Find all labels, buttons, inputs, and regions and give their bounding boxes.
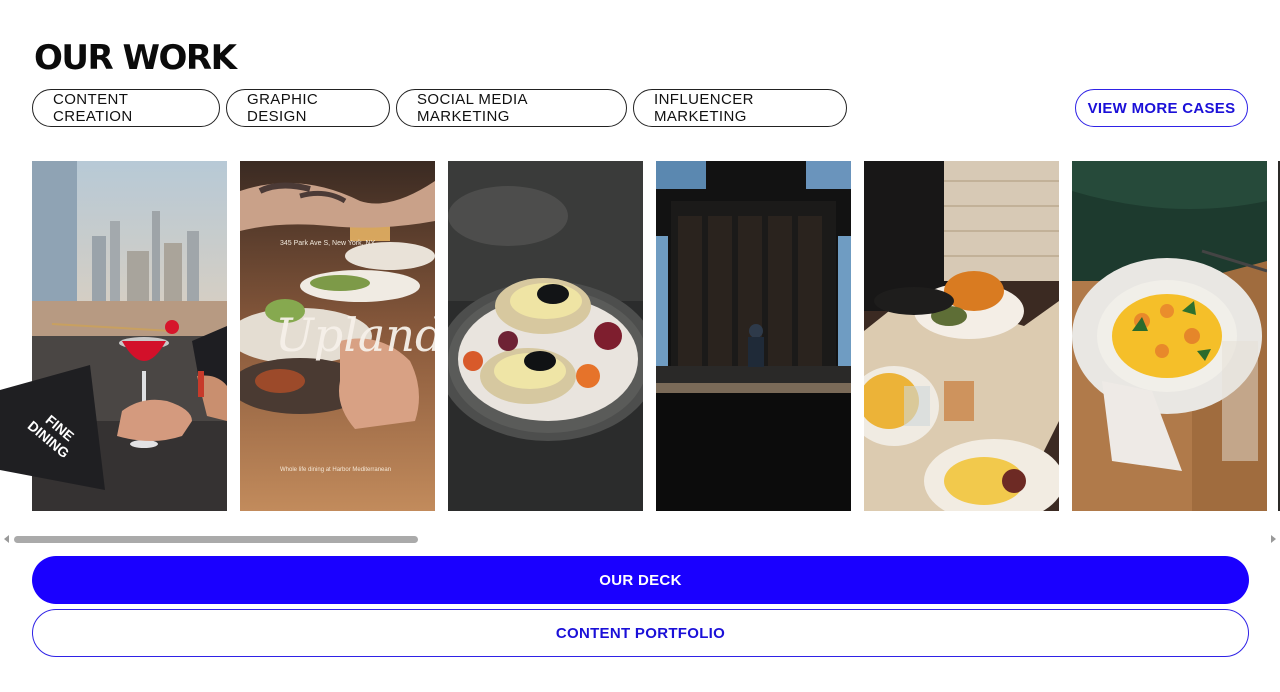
gallery-card-oysters[interactable] bbox=[448, 161, 643, 511]
our-deck-button[interactable]: OUR DECK bbox=[32, 556, 1249, 604]
view-more-cases-button[interactable]: VIEW MORE CASES bbox=[1075, 89, 1248, 127]
tag-content-creation[interactable]: CONTENT CREATION bbox=[32, 89, 220, 127]
upland-tagline: Whole life dining at Harbor Mediterranea… bbox=[280, 467, 391, 473]
fine-dining-badge: FINE DINING bbox=[0, 365, 105, 490]
pasta-photo bbox=[1072, 161, 1267, 511]
work-gallery: 345 Park Ave S, New York, NY Upland Whol… bbox=[0, 161, 1280, 511]
content-portfolio-button[interactable]: CONTENT PORTFOLIO bbox=[32, 609, 1249, 657]
scroll-left-arrow-icon[interactable] bbox=[4, 535, 9, 543]
gallery-card-bar[interactable] bbox=[656, 161, 851, 511]
gallery-card-pasta[interactable] bbox=[1072, 161, 1267, 511]
gallery-card-fries[interactable] bbox=[864, 161, 1059, 511]
scroll-right-arrow-icon[interactable] bbox=[1271, 535, 1276, 543]
tag-influencer-marketing[interactable]: INFLUENCER MARKETING bbox=[633, 89, 847, 127]
oysters-photo bbox=[448, 161, 643, 511]
page-title: OUR WORK bbox=[34, 38, 237, 78]
tag-social-media-marketing[interactable]: SOCIAL MEDIA MARKETING bbox=[396, 89, 627, 127]
bar-photo bbox=[656, 161, 851, 511]
tag-graphic-design[interactable]: GRAPHIC DESIGN bbox=[226, 89, 390, 127]
upland-logo-text: Upland bbox=[275, 308, 435, 362]
scrollbar-thumb[interactable] bbox=[14, 536, 418, 543]
fries-photo bbox=[864, 161, 1059, 511]
gallery-card-upland[interactable]: 345 Park Ave S, New York, NY Upland Whol… bbox=[240, 161, 435, 511]
upland-photo: 345 Park Ave S, New York, NY Upland Whol… bbox=[240, 161, 435, 511]
upland-address: 345 Park Ave S, New York, NY bbox=[280, 240, 376, 247]
filter-tags: CONTENT CREATION GRAPHIC DESIGN SOCIAL M… bbox=[32, 89, 847, 127]
